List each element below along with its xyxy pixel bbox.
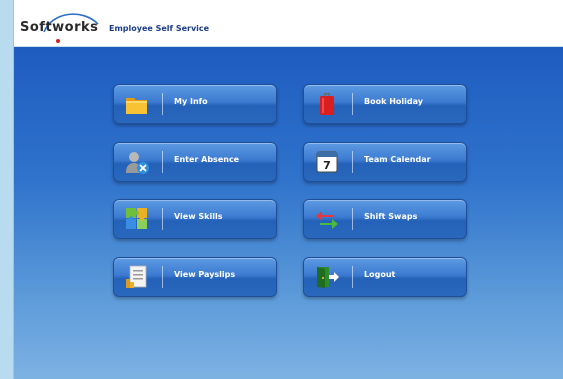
view-skills-button[interactable]: View Skills xyxy=(113,199,277,239)
separator xyxy=(162,266,163,288)
view-skills-label: View Skills xyxy=(174,212,223,221)
softworks-logo: Softworks xyxy=(20,10,104,44)
header-bar: Softworks Employee Self Service xyxy=(14,0,563,47)
payslip-icon xyxy=(126,265,147,288)
exit-door-icon xyxy=(317,267,339,288)
folder-icon xyxy=(126,98,147,114)
app-title: Employee Self Service xyxy=(109,24,210,33)
logo-dot xyxy=(56,39,60,43)
puzzle-icon xyxy=(126,208,147,229)
app-window: Softworks Employee Self Service My Info xyxy=(13,0,563,379)
separator xyxy=(352,151,353,173)
separator xyxy=(162,208,163,230)
logo-text: Softworks xyxy=(20,20,99,35)
enter-absence-button[interactable]: Enter Absence xyxy=(113,142,277,182)
shift-swaps-label: Shift Swaps xyxy=(364,212,418,221)
swap-arrows-icon xyxy=(316,211,338,229)
team-calendar-button[interactable]: 7 Team Calendar xyxy=(303,142,467,182)
enter-absence-label: Enter Absence xyxy=(174,155,240,164)
luggage-icon xyxy=(320,93,334,115)
menu-panel: My Info Enter Absence View Skills View P… xyxy=(14,47,563,379)
my-info-button[interactable]: My Info xyxy=(113,84,277,124)
my-info-label: My Info xyxy=(174,97,208,106)
calendar-day: 7 xyxy=(323,159,331,172)
calendar-icon: 7 xyxy=(316,151,338,173)
view-payslips-button[interactable]: View Payslips xyxy=(113,257,277,297)
team-calendar-label: Team Calendar xyxy=(364,155,431,164)
separator xyxy=(352,93,353,115)
book-holiday-label: Book Holiday xyxy=(364,97,423,106)
separator xyxy=(162,93,163,115)
user-absence-icon xyxy=(126,152,149,174)
separator xyxy=(162,151,163,173)
shift-swaps-button[interactable]: Shift Swaps xyxy=(303,199,467,239)
view-payslips-label: View Payslips xyxy=(174,270,236,279)
separator xyxy=(352,208,353,230)
separator xyxy=(352,266,353,288)
logout-button[interactable]: Logout xyxy=(303,257,467,297)
book-holiday-button[interactable]: Book Holiday xyxy=(303,84,467,124)
logout-label: Logout xyxy=(364,270,396,279)
